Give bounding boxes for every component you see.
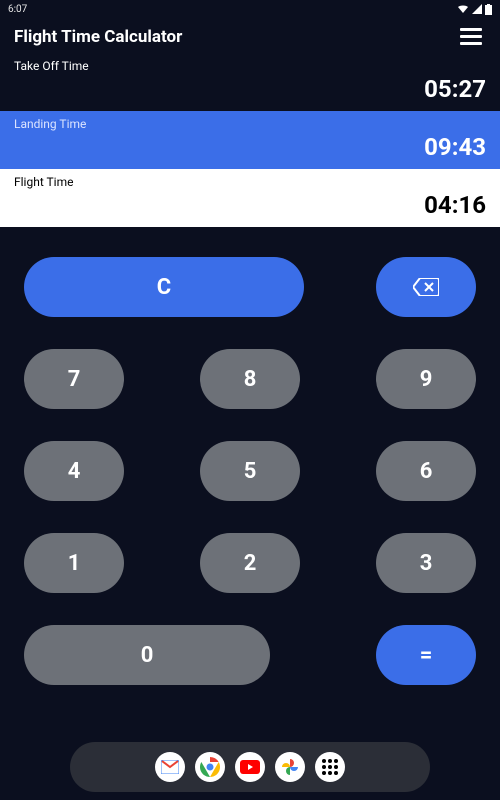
key-1[interactable]: 1 <box>24 533 124 593</box>
gmail-icon[interactable] <box>155 752 185 782</box>
key-6[interactable]: 6 <box>376 441 476 501</box>
wifi-icon <box>457 4 469 14</box>
status-time: 6:07 <box>8 4 27 15</box>
takeoff-field[interactable]: Take Off Time 05:27 <box>0 53 500 111</box>
youtube-icon[interactable] <box>235 752 265 782</box>
flight-field: Flight Time 04:16 <box>0 169 500 227</box>
key-2[interactable]: 2 <box>200 533 300 593</box>
landing-label: Landing Time <box>14 117 486 131</box>
key-8[interactable]: 8 <box>200 349 300 409</box>
key-0[interactable]: 0 <box>24 625 270 685</box>
taskbar <box>70 742 430 792</box>
clear-button[interactable]: C <box>24 257 304 317</box>
status-bar: 6:07 <box>0 0 500 18</box>
equals-button[interactable]: = <box>376 625 476 685</box>
key-5[interactable]: 5 <box>200 441 300 501</box>
takeoff-label: Take Off Time <box>14 59 486 73</box>
backspace-button[interactable] <box>376 257 476 317</box>
app-title: Flight Time Calculator <box>14 27 182 47</box>
takeoff-value: 05:27 <box>14 75 486 103</box>
keypad: C 7 8 9 4 5 6 1 2 3 0 = <box>0 227 500 742</box>
landing-field[interactable]: Landing Time 09:43 <box>0 111 500 169</box>
menu-icon[interactable] <box>456 24 486 49</box>
apps-icon[interactable] <box>315 752 345 782</box>
key-4[interactable]: 4 <box>24 441 124 501</box>
key-7[interactable]: 7 <box>24 349 124 409</box>
signal-icon <box>472 4 482 14</box>
key-9[interactable]: 9 <box>376 349 476 409</box>
app-header: Flight Time Calculator <box>0 18 500 53</box>
photos-icon[interactable] <box>275 752 305 782</box>
flight-label: Flight Time <box>14 175 486 189</box>
chrome-icon[interactable] <box>195 752 225 782</box>
status-icons <box>457 4 492 15</box>
battery-icon <box>485 4 492 15</box>
backspace-icon <box>413 278 439 296</box>
flight-value: 04:16 <box>14 191 486 219</box>
landing-value: 09:43 <box>14 133 486 161</box>
key-3[interactable]: 3 <box>376 533 476 593</box>
